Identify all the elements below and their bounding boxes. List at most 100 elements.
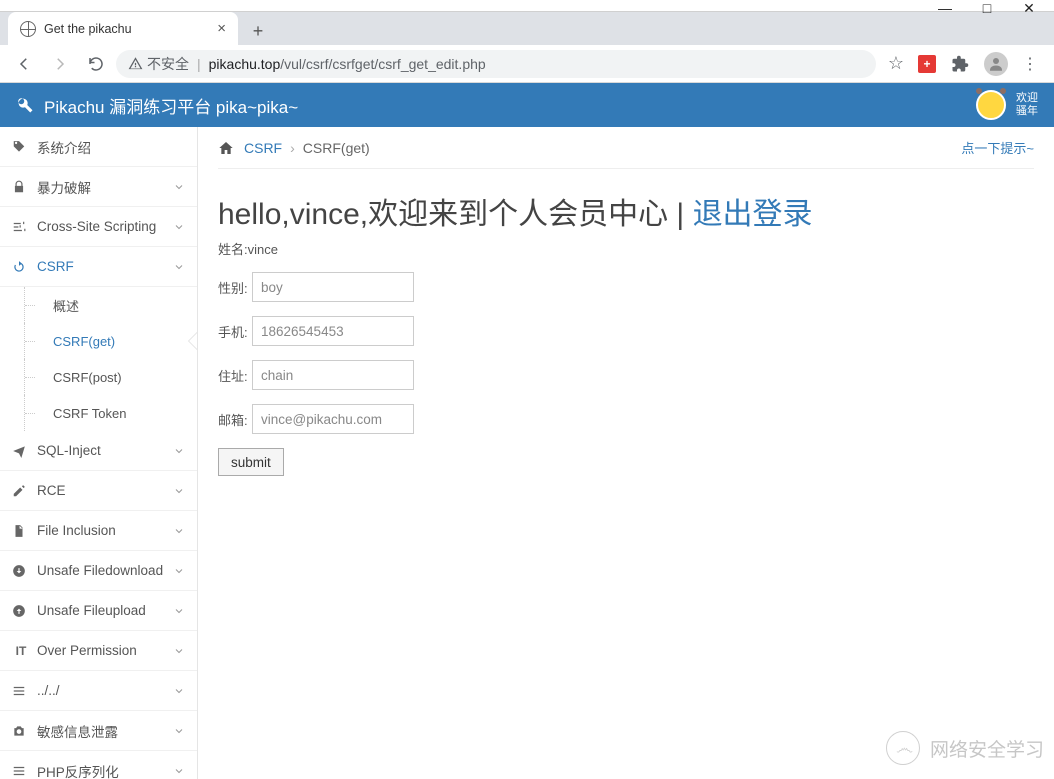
name-display: 姓名:vince — [218, 239, 1034, 258]
chevron-down-icon — [173, 605, 185, 617]
sidebar-item-file-inclusion[interactable]: File Inclusion — [0, 511, 197, 551]
bars-icon — [12, 684, 30, 698]
breadcrumb-link-csrf[interactable]: CSRF — [244, 140, 282, 156]
browser-tab-bar: Get the pikachu × + — [0, 12, 1054, 45]
sidebar-item-php-[interactable]: PHP反序列化 — [0, 751, 197, 779]
chevron-down-icon — [173, 261, 185, 273]
welcome-text: 欢迎 骚年 — [1016, 92, 1038, 118]
chevron-right-icon: › — [290, 140, 295, 156]
hint-link[interactable]: 点一下提示~ — [961, 138, 1034, 157]
sidebar-item-label: File Inclusion — [37, 523, 116, 538]
bookmark-star-icon[interactable]: ☆ — [888, 53, 904, 74]
file-icon — [12, 524, 30, 538]
window-minimize[interactable]: — — [924, 0, 966, 19]
phone-label: 手机: — [218, 322, 252, 341]
wechat-icon: ෴ — [886, 731, 920, 765]
nav-forward-button[interactable] — [44, 48, 76, 80]
address-text: pikachu.top/vul/csrf/csrfget/csrf_get_ed… — [209, 56, 486, 72]
chevron-down-icon — [173, 221, 185, 233]
active-pointer-icon — [189, 332, 198, 350]
nav-reload-button[interactable] — [80, 48, 112, 80]
plane-icon — [12, 444, 30, 458]
browser-menu-icon[interactable]: ⋮ — [1022, 54, 1038, 74]
browser-toolbar: 不安全 | pikachu.top/vul/csrf/csrfget/csrf_… — [0, 45, 1054, 83]
window-maximize[interactable]: □ — [966, 0, 1008, 19]
tab-title: Get the pikachu — [44, 22, 132, 36]
chevron-down-icon — [173, 685, 185, 697]
submit-button[interactable]: submit — [218, 448, 284, 476]
it-icon: IT — [12, 643, 30, 658]
sidebar-item-unsafe-filedownload[interactable]: Unsafe Filedownload — [0, 551, 197, 591]
sliders-icon — [12, 220, 30, 234]
globe-icon — [20, 21, 36, 37]
sidebar-item-label: 系统介绍 — [37, 137, 91, 157]
address-label: 住址: — [218, 366, 252, 385]
address-input[interactable] — [252, 360, 414, 390]
browser-tab[interactable]: Get the pikachu × — [8, 12, 238, 45]
chevron-down-icon — [173, 765, 185, 777]
watermark: ෴ 网络安全学习 — [886, 731, 1044, 765]
sidebar-item-cross-site-scripting[interactable]: Cross-Site Scripting — [0, 207, 197, 247]
sidebar-item--[interactable]: 系统介绍 — [0, 127, 197, 167]
email-label: 邮箱: — [218, 410, 252, 429]
window-close[interactable]: ✕ — [1008, 0, 1050, 19]
upload-icon — [12, 604, 30, 618]
sidebar-item-label: CSRF — [37, 259, 74, 274]
chevron-down-icon — [173, 485, 185, 497]
camera-icon — [12, 724, 30, 738]
sidebar-item-sql-inject[interactable]: SQL-Inject — [0, 431, 197, 471]
sidebar-item-csrf[interactable]: CSRF — [0, 247, 197, 287]
home-icon[interactable] — [218, 140, 234, 156]
sidebar-item-label: SQL-Inject — [37, 443, 101, 458]
bars-icon — [12, 764, 30, 778]
sidebar-item-label: Over Permission — [37, 643, 137, 658]
sidebar-item-label: Unsafe Filedownload — [37, 563, 163, 578]
logout-link[interactable]: 退出登录 — [693, 198, 813, 231]
sidebar-item--[interactable]: ../../ — [0, 671, 197, 711]
close-icon[interactable]: × — [217, 20, 226, 37]
sidebar-item--[interactable]: 敏感信息泄露 — [0, 711, 197, 751]
tag-icon — [12, 140, 30, 154]
extensions-puzzle-icon[interactable] — [950, 54, 970, 74]
sex-label: 性别: — [218, 278, 252, 297]
sex-input[interactable] — [252, 272, 414, 302]
email-input[interactable] — [252, 404, 414, 434]
sidebar-item--[interactable]: 暴力破解 — [0, 167, 197, 207]
chevron-down-icon — [173, 525, 185, 537]
sidebar-item-label: PHP反序列化 — [37, 761, 119, 779]
app-title: Pikachu 漏洞练习平台 pika~pika~ — [44, 93, 298, 118]
chevron-down-icon — [173, 565, 185, 577]
sidebar: 系统介绍暴力破解 Cross-Site Scripting CSRF 概述CSRF(g… — [0, 127, 198, 779]
new-tab-button[interactable]: + — [244, 17, 272, 45]
window-chrome: — □ ✕ — [0, 0, 1054, 12]
sidebar-item-label: RCE — [37, 483, 66, 498]
sidebar-subitem--[interactable]: 概述 — [24, 287, 197, 323]
nav-back-button[interactable] — [8, 48, 40, 80]
profile-avatar-icon[interactable] — [984, 52, 1008, 76]
sidebar-item-label: ../../ — [37, 683, 60, 698]
sidebar-item-label: 暴力破解 — [37, 177, 91, 197]
wrench-icon — [16, 96, 34, 114]
page-title: hello,vince,欢迎来到个人会员中心 | 退出登录 — [218, 189, 1034, 233]
insecure-badge: 不安全 — [128, 54, 189, 74]
sidebar-subitem-csrf-token[interactable]: CSRF Token — [24, 395, 197, 431]
sidebar-item-over-permission[interactable]: IT Over Permission — [0, 631, 197, 671]
extension-red-icon[interactable]: + — [918, 55, 936, 73]
pencil-icon — [12, 484, 30, 498]
sidebar-item-label: 敏感信息泄露 — [37, 721, 118, 741]
chevron-down-icon — [173, 445, 185, 457]
phone-input[interactable] — [252, 316, 414, 346]
refresh-icon — [12, 260, 30, 274]
sidebar-item-rce[interactable]: RCE — [0, 471, 197, 511]
lock-icon — [12, 180, 30, 194]
breadcrumb: CSRF › CSRF(get) 点一下提示~ — [218, 127, 1034, 169]
main-content: CSRF › CSRF(get) 点一下提示~ hello,vince,欢迎来到… — [198, 127, 1054, 779]
sidebar-subitem-csrf-post-[interactable]: CSRF(post) — [24, 359, 197, 395]
sidebar-item-label: Cross-Site Scripting — [37, 219, 156, 234]
address-bar[interactable]: 不安全 | pikachu.top/vul/csrf/csrfget/csrf_… — [116, 50, 876, 78]
chevron-down-icon — [173, 645, 185, 657]
app-header: Pikachu 漏洞练习平台 pika~pika~ 欢迎 骚年 — [0, 83, 1054, 127]
sidebar-item-unsafe-fileupload[interactable]: Unsafe Fileupload — [0, 591, 197, 631]
pikachu-avatar-icon — [976, 90, 1006, 120]
sidebar-subitem-csrf-get-[interactable]: CSRF(get) — [24, 323, 197, 359]
